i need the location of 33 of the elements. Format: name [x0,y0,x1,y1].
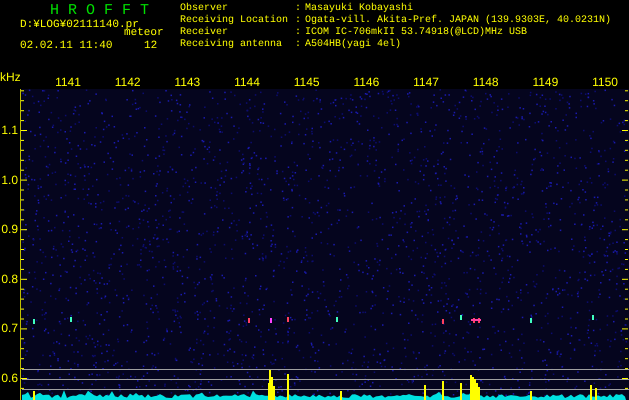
frequency-label: 1141 [55,75,81,89]
app-title: H R O F F T [50,2,150,20]
scale-label: 1.1 [1,123,18,137]
info-label: Observer [180,3,230,14]
info-separator: : [295,3,302,15]
axis-unit: kHz [0,70,21,84]
info-label: Receiver [180,27,230,38]
info-label: Receiving antenna [180,39,284,51]
info-value: Ogata-vill. Akita-Pref. JAPAN (139.9303E, 40.0231N) [305,15,612,26]
info-label: Receiving Location [180,15,290,26]
frequency-label: 1148 [472,75,499,89]
mode-label: meteor [124,27,164,40]
frequency-label: 1150 [592,75,618,89]
info-separator: : [295,27,302,39]
scale-label: 1.0 [1,172,18,187]
frequency-label: 1142 [114,75,141,89]
info-value: ICOM IC-706mkII 53.74918(@LCD)MHz USB [305,27,528,38]
timestamp: 02.02.11 11:40 [20,40,112,53]
scale-label: 0.7 [1,321,18,336]
frequency-label: 1145 [294,75,320,89]
frequency-label: 1146 [353,75,380,89]
count-value: 12 [144,40,158,53]
scale-label: 0.8 [1,272,18,286]
frequency-label: 1149 [532,75,558,89]
scale-label: 0.9 [1,222,18,236]
frequency-label: 1143 [174,75,200,89]
info-separator: : [295,15,302,27]
info-value: A504HB(yagi 4el) [305,39,402,51]
frequency-label: 1147 [413,75,439,89]
info-value: Masayuki Kobayashi [305,3,414,14]
frequency-label: 1144 [234,75,260,89]
info-separator: : [295,39,302,51]
scale-label: 0.6 [1,371,18,385]
